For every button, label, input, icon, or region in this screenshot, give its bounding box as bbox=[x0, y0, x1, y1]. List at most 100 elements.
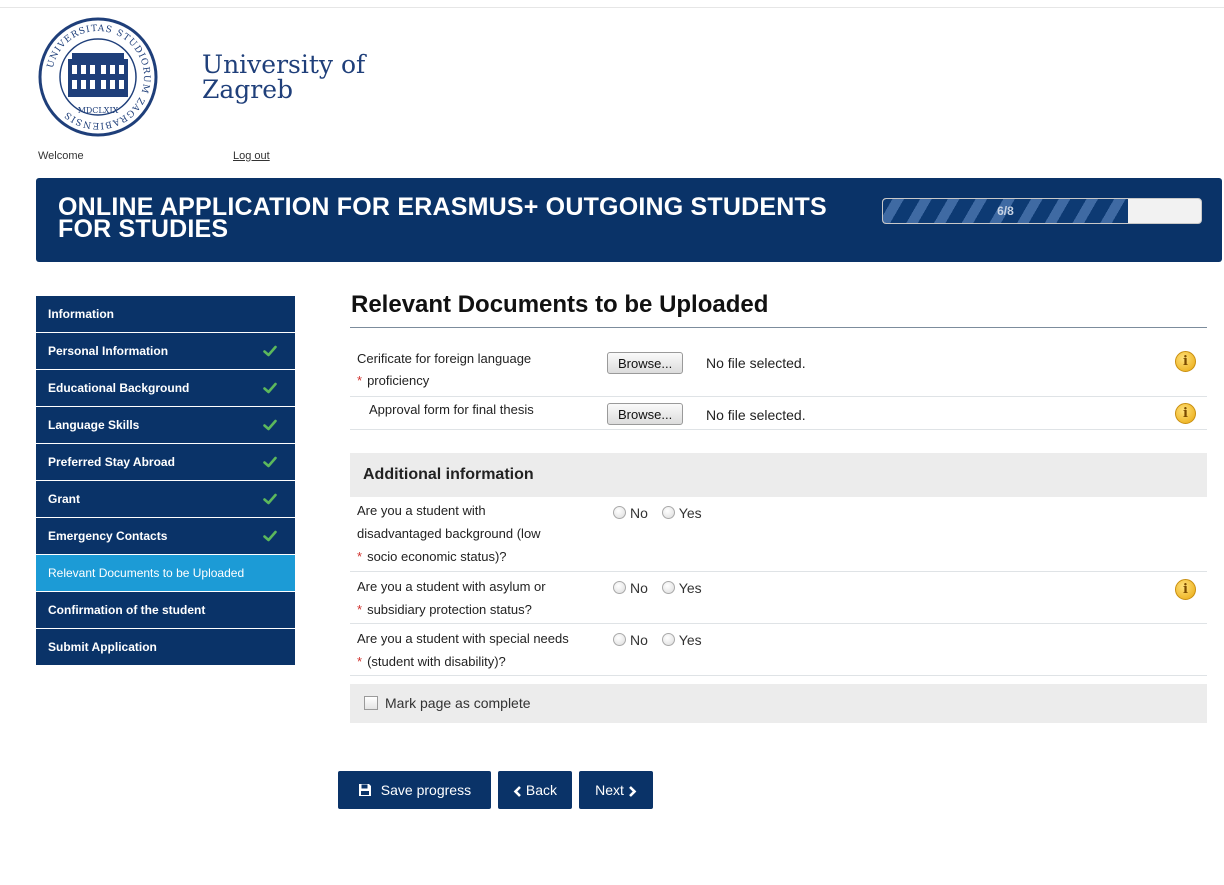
progress-label: 6/8 bbox=[997, 204, 1014, 218]
radio-yes-label: Yes bbox=[678, 505, 702, 521]
info-icon[interactable]: i bbox=[1175, 403, 1196, 424]
page-title: Relevant Documents to be Uploaded bbox=[351, 291, 769, 318]
application-title: ONLINE APPLICATION FOR ERASMUS+ OUTGOING… bbox=[58, 193, 827, 243]
save-progress-label: Save progress bbox=[380, 782, 472, 798]
upload-label: Cerificate for foreign language * profici… bbox=[357, 348, 531, 392]
sidebar-item-personal-information[interactable]: Personal Information bbox=[36, 333, 295, 369]
upload-row-approval-form: Approval form for final thesis Browse...… bbox=[350, 397, 1207, 430]
radio-no-label: No bbox=[630, 580, 648, 596]
chevron-left-icon bbox=[513, 786, 521, 797]
question-row-asylum: Are you a student with asylum or * subsid… bbox=[350, 572, 1207, 624]
radio-yes[interactable] bbox=[661, 506, 675, 519]
checkmark-icon bbox=[263, 345, 277, 357]
checkmark-icon bbox=[263, 493, 277, 505]
question-row-disadvantaged: Are you a student with disadvantaged bac… bbox=[350, 497, 1207, 572]
sidebar-item-label: Preferred Stay Abroad bbox=[48, 455, 175, 469]
required-marker: * bbox=[357, 602, 363, 617]
upload-label: Approval form for final thesis bbox=[369, 402, 534, 417]
info-icon[interactable]: i bbox=[1175, 579, 1196, 600]
radio-yes[interactable] bbox=[661, 581, 675, 594]
back-button[interactable]: Back bbox=[498, 771, 572, 809]
question-row-special-needs: Are you a student with special needs * (s… bbox=[350, 624, 1207, 676]
sidebar-item-confirmation[interactable]: Confirmation of the student bbox=[36, 592, 295, 628]
mark-complete-bar: Mark page as complete bbox=[350, 684, 1207, 723]
university-name-line1: University of bbox=[202, 50, 366, 79]
sidebar-item-label: Grant bbox=[48, 492, 81, 506]
upload-row-language-certificate: Cerificate for foreign language * profici… bbox=[350, 344, 1207, 397]
sidebar-item-label: Emergency Contacts bbox=[48, 529, 168, 543]
upload-label-line2: proficiency bbox=[367, 373, 430, 388]
save-progress-button[interactable]: Save progress bbox=[338, 771, 491, 809]
next-label: Next bbox=[595, 782, 624, 798]
sidebar-item-educational-background[interactable]: Educational Background bbox=[36, 370, 295, 406]
checkmark-icon bbox=[263, 382, 277, 394]
sidebar-item-label: Submit Application bbox=[48, 640, 157, 654]
info-icon[interactable]: i bbox=[1175, 351, 1196, 372]
question-line: Are you a student with special needs bbox=[357, 631, 569, 646]
question-line: Are you a student with asylum or bbox=[357, 579, 546, 594]
file-status: No file selected. bbox=[706, 355, 806, 371]
radio-yes[interactable] bbox=[661, 633, 675, 646]
checkmark-icon bbox=[263, 419, 277, 431]
radio-no-label: No bbox=[630, 505, 648, 521]
checkmark-icon bbox=[263, 456, 277, 468]
question-line: disadvantaged background (low bbox=[357, 526, 541, 541]
question-label: Are you a student with special needs * (s… bbox=[357, 627, 569, 673]
file-status: No file selected. bbox=[706, 407, 806, 423]
welcome-text: Welcome bbox=[38, 150, 84, 162]
radio-yes-label: Yes bbox=[678, 632, 702, 648]
sidebar-item-label: Personal Information bbox=[48, 344, 169, 358]
checkmark-icon bbox=[263, 530, 277, 542]
sidebar-item-relevant-documents[interactable]: Relevant Documents to be Uploaded bbox=[36, 555, 295, 591]
radio-no[interactable] bbox=[613, 506, 626, 519]
back-label: Back bbox=[525, 782, 557, 798]
sidebar-nav: Information Personal Information Educati… bbox=[36, 296, 295, 666]
browse-button[interactable]: Browse... bbox=[607, 403, 684, 425]
progress-bar: 6/8 bbox=[882, 198, 1202, 224]
university-seal-icon: UNIVERSITAS STUDIORUM ZAGRABIENSIS MDCLX… bbox=[38, 17, 158, 137]
yes-no-radio-group: No Yes bbox=[613, 580, 712, 596]
section-title: Additional information bbox=[363, 466, 534, 483]
sidebar-item-language-skills[interactable]: Language Skills bbox=[36, 407, 295, 443]
question-line: Are you a student with bbox=[357, 503, 486, 518]
upload-label-line1: Cerificate for foreign language bbox=[357, 351, 532, 366]
yes-no-radio-group: No Yes bbox=[613, 632, 712, 648]
sidebar-item-submit-application[interactable]: Submit Application bbox=[36, 629, 295, 665]
svg-text:MDCLXIX: MDCLXIX bbox=[78, 106, 119, 115]
question-line: (student with disability)? bbox=[367, 654, 506, 669]
top-divider bbox=[0, 7, 1224, 8]
sidebar-item-emergency-contacts[interactable]: Emergency Contacts bbox=[36, 518, 295, 554]
sidebar-item-grant[interactable]: Grant bbox=[36, 481, 295, 517]
next-button[interactable]: Next bbox=[579, 771, 653, 809]
page-banner: ONLINE APPLICATION FOR ERASMUS+ OUTGOING… bbox=[36, 178, 1222, 262]
browse-button[interactable]: Browse... bbox=[607, 352, 684, 374]
sidebar-item-label: Relevant Documents to be Uploaded bbox=[48, 566, 245, 580]
radio-yes-label: Yes bbox=[678, 580, 702, 596]
sidebar-item-preferred-stay-abroad[interactable]: Preferred Stay Abroad bbox=[36, 444, 295, 480]
yes-no-radio-group: No Yes bbox=[613, 505, 712, 521]
mark-complete-label: Mark page as complete bbox=[385, 695, 531, 711]
sidebar-item-label: Educational Background bbox=[48, 381, 190, 395]
mark-complete-checkbox[interactable] bbox=[364, 696, 378, 710]
university-name-line2: Zagreb bbox=[202, 75, 294, 104]
university-name: University of Zagreb bbox=[202, 52, 365, 102]
question-label: Are you a student with asylum or * subsid… bbox=[357, 575, 546, 621]
sidebar-item-label: Information bbox=[48, 307, 114, 321]
question-label: Are you a student with disadvantaged bac… bbox=[357, 499, 541, 568]
floppy-disk-icon bbox=[358, 784, 371, 796]
logout-link[interactable]: Log out bbox=[233, 150, 270, 162]
radio-no-label: No bbox=[630, 632, 648, 648]
question-line: socio economic status)? bbox=[367, 549, 507, 564]
required-marker: * bbox=[357, 373, 363, 388]
title-divider bbox=[350, 327, 1207, 328]
required-marker: * bbox=[357, 654, 363, 669]
question-line: subsidiary protection status? bbox=[367, 602, 532, 617]
sidebar-item-label: Confirmation of the student bbox=[48, 603, 206, 617]
additional-info-heading: Additional information bbox=[350, 453, 1207, 497]
radio-no[interactable] bbox=[613, 633, 626, 646]
sidebar-item-label: Language Skills bbox=[48, 418, 140, 432]
sidebar-item-information[interactable]: Information bbox=[36, 296, 295, 332]
radio-no[interactable] bbox=[613, 581, 626, 594]
required-marker: * bbox=[357, 549, 363, 564]
chevron-right-icon bbox=[628, 786, 637, 797]
